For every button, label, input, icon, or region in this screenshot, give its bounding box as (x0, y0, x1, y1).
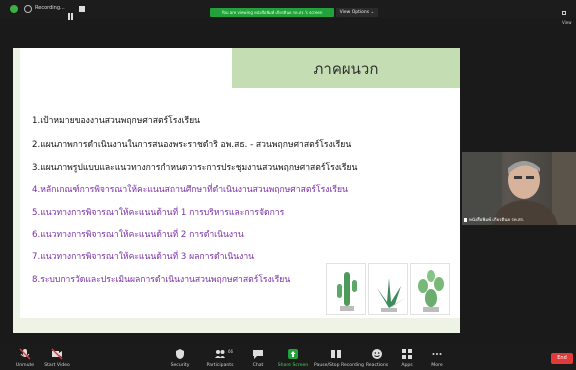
pause-stop-recording-label: Pause/Stop Recording (314, 363, 364, 368)
share-banner-text: You are viewing หนังสือพิมพ์ เกียรตินย ร… (221, 10, 323, 15)
stop-recording-icon[interactable] (79, 6, 85, 12)
more-button[interactable]: More (415, 348, 459, 368)
slide-item: 8.ระบบการวัดและประเมินผลการดำเนินงานสวนพ… (32, 275, 291, 285)
start-video-button[interactable]: Start Video (35, 348, 79, 368)
grid-icon (562, 11, 566, 15)
slide-bottom-band (13, 318, 460, 333)
security-button[interactable]: Security (158, 348, 202, 368)
slide-item: 3.แผนภาพรูปแบบและแนวทางการกำหนดวาระการปร… (32, 163, 358, 173)
more-dots-icon (432, 353, 442, 355)
agave-illustration (368, 263, 408, 315)
shield-icon[interactable] (10, 5, 18, 13)
slide-left-band (13, 48, 20, 333)
end-meeting-button[interactable]: End (551, 353, 573, 364)
meeting-top-bar: Recording... You are viewing หนังสือพิมพ… (0, 0, 576, 25)
prickly-pear-illustration (410, 263, 450, 315)
participants-count: 66 (228, 349, 234, 354)
security-label: Security (170, 363, 190, 368)
video-camera-off-icon (51, 348, 63, 360)
cactus-illustration (326, 263, 366, 315)
pause-stop-icon (331, 350, 341, 358)
share-screen-button[interactable]: Share Screen (271, 348, 315, 368)
view-options-button[interactable]: View Options ⌄ (336, 8, 378, 17)
participant-name: หนังสือพิมพ์ เกียรตินย รห.สร. (469, 218, 525, 223)
participants-icon (215, 350, 225, 358)
slide-item: 4.หลักเกณฑ์การพิจารณาให้คะแนนสถานศึกษาที… (32, 185, 348, 195)
slide-title: ภาคผนวก (313, 60, 379, 78)
chat-icon (253, 350, 263, 359)
view-button[interactable]: View (558, 8, 576, 25)
participant-face (462, 152, 576, 225)
screen-share-banner: You are viewing หนังสือพิมพ์ เกียรตินย ร… (210, 8, 334, 17)
slide-item: 5.แนวทางการพิจารณาให้คะแนนด้านที่ 1 การบ… (32, 208, 285, 218)
plant-illustrations (326, 263, 450, 315)
slide-item: 2.แผนภาพการดำเนินงานในการสนองพระราชดำริ … (32, 140, 352, 150)
slide-item: 6.แนวทางการพิจารณาให้คะแนนด้านที่ 2 การด… (32, 230, 244, 240)
pause-recording-icon[interactable] (68, 5, 74, 20)
slide-item: 1.เป้าหมายของงานสวนพฤกษศาสตร์โรงเรียน (32, 116, 201, 126)
shared-slide: ภาคผนวก 1.เป้าหมายของงานสวนพฤกษศาสตร์โรง… (13, 48, 460, 333)
view-label: View (562, 20, 572, 25)
muted-microphone-icon (19, 348, 31, 360)
more-label: More (431, 363, 443, 368)
recording-status: Recording... (35, 5, 65, 11)
shield-icon (176, 349, 184, 359)
muted-mic-icon (464, 217, 467, 222)
smiley-icon (372, 349, 382, 359)
start-video-label: Start Video (44, 363, 70, 368)
slide-item: 7.แนวทางการพิจารณาให้คะแนนด้านที่ 3 ผลกา… (32, 252, 255, 262)
meeting-toolbar: Unmute Start Video Security Participants… (0, 345, 576, 370)
participant-name-label: หนังสือพิมพ์ เกียรตินย รห.สร. (464, 216, 524, 223)
participant-video-tile[interactable]: หนังสือพิมพ์ เกียรตินย รห.สร. (462, 152, 576, 225)
apps-icon (402, 349, 412, 359)
pause-stop-recording-button[interactable]: Pause/Stop Recording (314, 348, 364, 368)
recording-icon (24, 5, 32, 13)
share-screen-icon (288, 349, 298, 359)
share-screen-label: Share Screen (277, 363, 309, 368)
